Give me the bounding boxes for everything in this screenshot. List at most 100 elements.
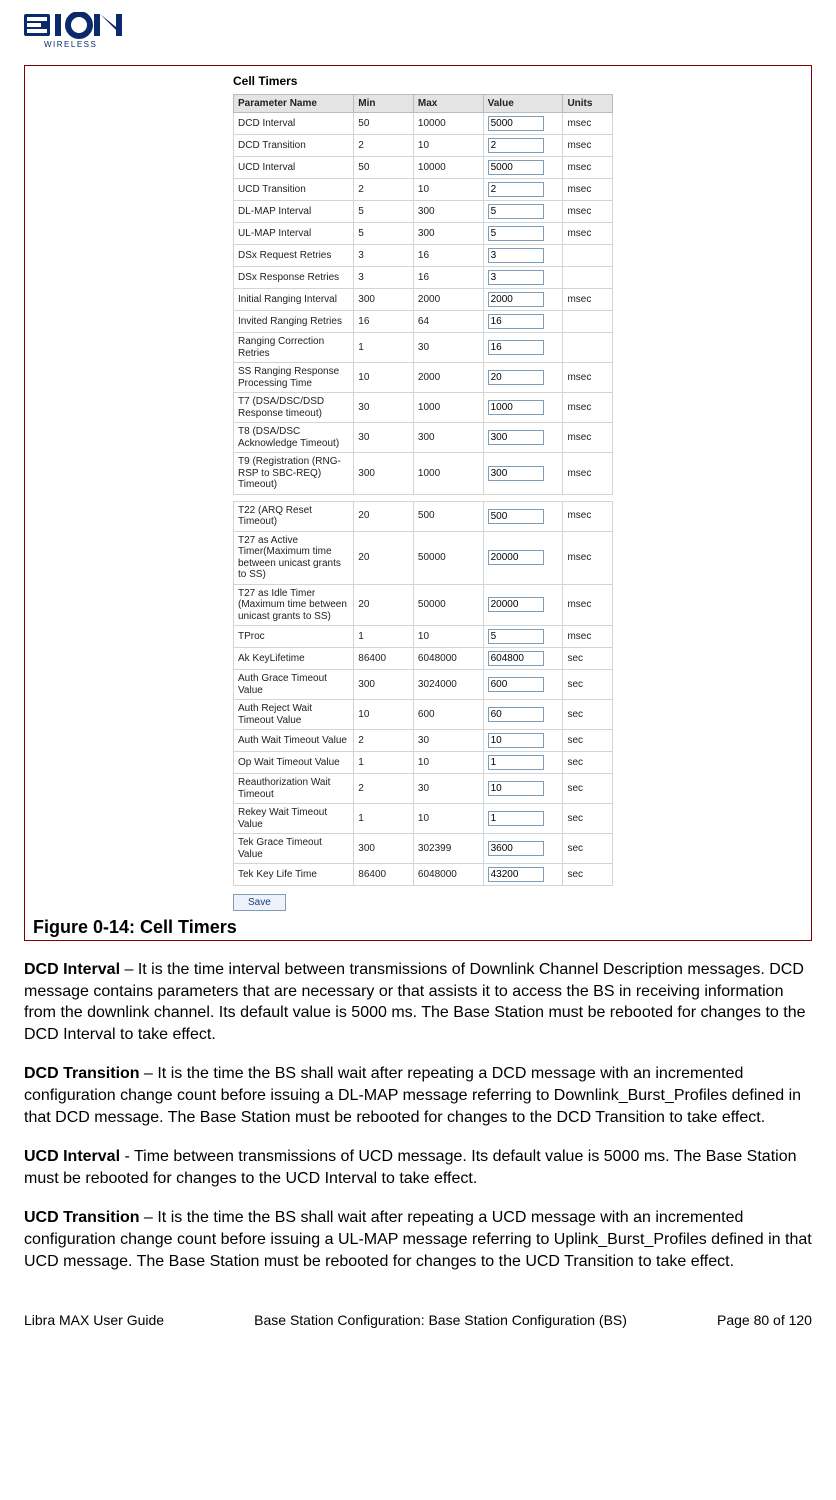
param-value-input[interactable] <box>488 400 544 415</box>
param-value-input[interactable] <box>488 138 544 153</box>
param-value-input[interactable] <box>488 270 544 285</box>
param-max: 30 <box>413 730 483 752</box>
param-min: 1 <box>354 804 414 834</box>
param-min: 30 <box>354 423 414 453</box>
param-min: 20 <box>354 584 414 626</box>
param-value-cell <box>483 774 563 804</box>
param-value-cell <box>483 626 563 648</box>
param-value-input[interactable] <box>488 677 544 692</box>
param-value-input[interactable] <box>488 651 544 666</box>
text-ucd-interval: - Time between transmissions of UCD mess… <box>24 1148 797 1187</box>
param-value-cell <box>483 113 563 135</box>
param-name: T7 (DSA/DSC/DSD Response timeout) <box>234 393 354 423</box>
table-row: T8 (DSA/DSC Acknowledge Timeout)30300mse… <box>234 423 613 453</box>
term-dcd-interval: DCD Interval <box>24 961 120 978</box>
table-row: T27 as Idle Timer (Maximum time between … <box>234 584 613 626</box>
param-min: 10 <box>354 700 414 730</box>
param-value-cell <box>483 752 563 774</box>
page-footer: Libra MAX User Guide Base Station Config… <box>24 1312 812 1328</box>
param-value-cell <box>483 804 563 834</box>
param-value-cell <box>483 157 563 179</box>
param-value-input[interactable] <box>488 204 544 219</box>
param-max: 10 <box>413 752 483 774</box>
param-min: 2 <box>354 774 414 804</box>
table-row: Tek Key Life Time864006048000sec <box>234 864 613 886</box>
param-units: sec <box>563 670 613 700</box>
param-max: 500 <box>413 501 483 531</box>
param-name: DSx Response Retries <box>234 267 354 289</box>
param-name: T9 (Registration (RNG-RSP to SBC-REQ) Ti… <box>234 453 354 495</box>
param-units: msec <box>563 289 613 311</box>
param-value-input[interactable] <box>488 781 544 796</box>
param-value-input[interactable] <box>488 550 544 565</box>
param-name: T27 as Idle Timer (Maximum time between … <box>234 584 354 626</box>
param-value-input[interactable] <box>488 867 544 882</box>
param-value-input[interactable] <box>488 707 544 722</box>
param-min: 50 <box>354 157 414 179</box>
param-value-input[interactable] <box>488 597 544 612</box>
param-value-input[interactable] <box>488 340 544 355</box>
param-min: 30 <box>354 393 414 423</box>
column-header: Min <box>354 95 414 113</box>
cell-timers-table-2: T22 (ARQ Reset Timeout)20500msecT27 as A… <box>233 501 613 887</box>
param-name: T22 (ARQ Reset Timeout) <box>234 501 354 531</box>
param-units: sec <box>563 730 613 752</box>
param-value-cell <box>483 311 563 333</box>
param-min: 20 <box>354 531 414 584</box>
param-max: 50000 <box>413 531 483 584</box>
param-max: 30 <box>413 333 483 363</box>
param-value-cell <box>483 289 563 311</box>
param-value-input[interactable] <box>488 430 544 445</box>
table-row: UCD Interval5010000msec <box>234 157 613 179</box>
para-ucd-transition: UCD Transition – It is the time the BS s… <box>24 1207 812 1272</box>
table-row: Rekey Wait Timeout Value110sec <box>234 804 613 834</box>
save-button[interactable]: Save <box>233 894 286 911</box>
param-units: sec <box>563 648 613 670</box>
param-name: Tek Grace Timeout Value <box>234 834 354 864</box>
param-units: msec <box>563 501 613 531</box>
param-value-input[interactable] <box>488 314 544 329</box>
param-value-input[interactable] <box>488 370 544 385</box>
param-value-input[interactable] <box>488 509 544 524</box>
param-max: 30 <box>413 774 483 804</box>
column-header: Max <box>413 95 483 113</box>
param-value-input[interactable] <box>488 292 544 307</box>
param-name: Auth Grace Timeout Value <box>234 670 354 700</box>
param-value-cell <box>483 333 563 363</box>
param-min: 10 <box>354 363 414 393</box>
param-name: T27 as Active Timer(Maximum time between… <box>234 531 354 584</box>
param-name: UL-MAP Interval <box>234 223 354 245</box>
param-units: msec <box>563 626 613 648</box>
param-max: 300 <box>413 423 483 453</box>
param-name: Auth Reject Wait Timeout Value <box>234 700 354 730</box>
param-name: DSx Request Retries <box>234 245 354 267</box>
param-max: 6048000 <box>413 648 483 670</box>
param-value-input[interactable] <box>488 160 544 175</box>
param-name: TProc <box>234 626 354 648</box>
param-value-input[interactable] <box>488 629 544 644</box>
term-ucd-interval: UCD Interval <box>24 1148 120 1165</box>
param-min: 3 <box>354 245 414 267</box>
table-row: Auth Grace Timeout Value3003024000sec <box>234 670 613 700</box>
param-name: Initial Ranging Interval <box>234 289 354 311</box>
param-value-input[interactable] <box>488 733 544 748</box>
table-row: Ranging Correction Retries130 <box>234 333 613 363</box>
param-value-cell <box>483 864 563 886</box>
param-units: msec <box>563 453 613 495</box>
param-value-input[interactable] <box>488 116 544 131</box>
param-value-cell <box>483 584 563 626</box>
param-value-input[interactable] <box>488 182 544 197</box>
param-value-input[interactable] <box>488 226 544 241</box>
param-value-input[interactable] <box>488 811 544 826</box>
param-max: 64 <box>413 311 483 333</box>
param-value-input[interactable] <box>488 755 544 770</box>
param-value-input[interactable] <box>488 841 544 856</box>
table-row: Auth Reject Wait Timeout Value10600sec <box>234 700 613 730</box>
param-units: msec <box>563 157 613 179</box>
param-units: sec <box>563 834 613 864</box>
table-row: Tek Grace Timeout Value300302399sec <box>234 834 613 864</box>
param-value-input[interactable] <box>488 466 544 481</box>
param-units: msec <box>563 201 613 223</box>
param-value-input[interactable] <box>488 248 544 263</box>
param-value-cell <box>483 179 563 201</box>
